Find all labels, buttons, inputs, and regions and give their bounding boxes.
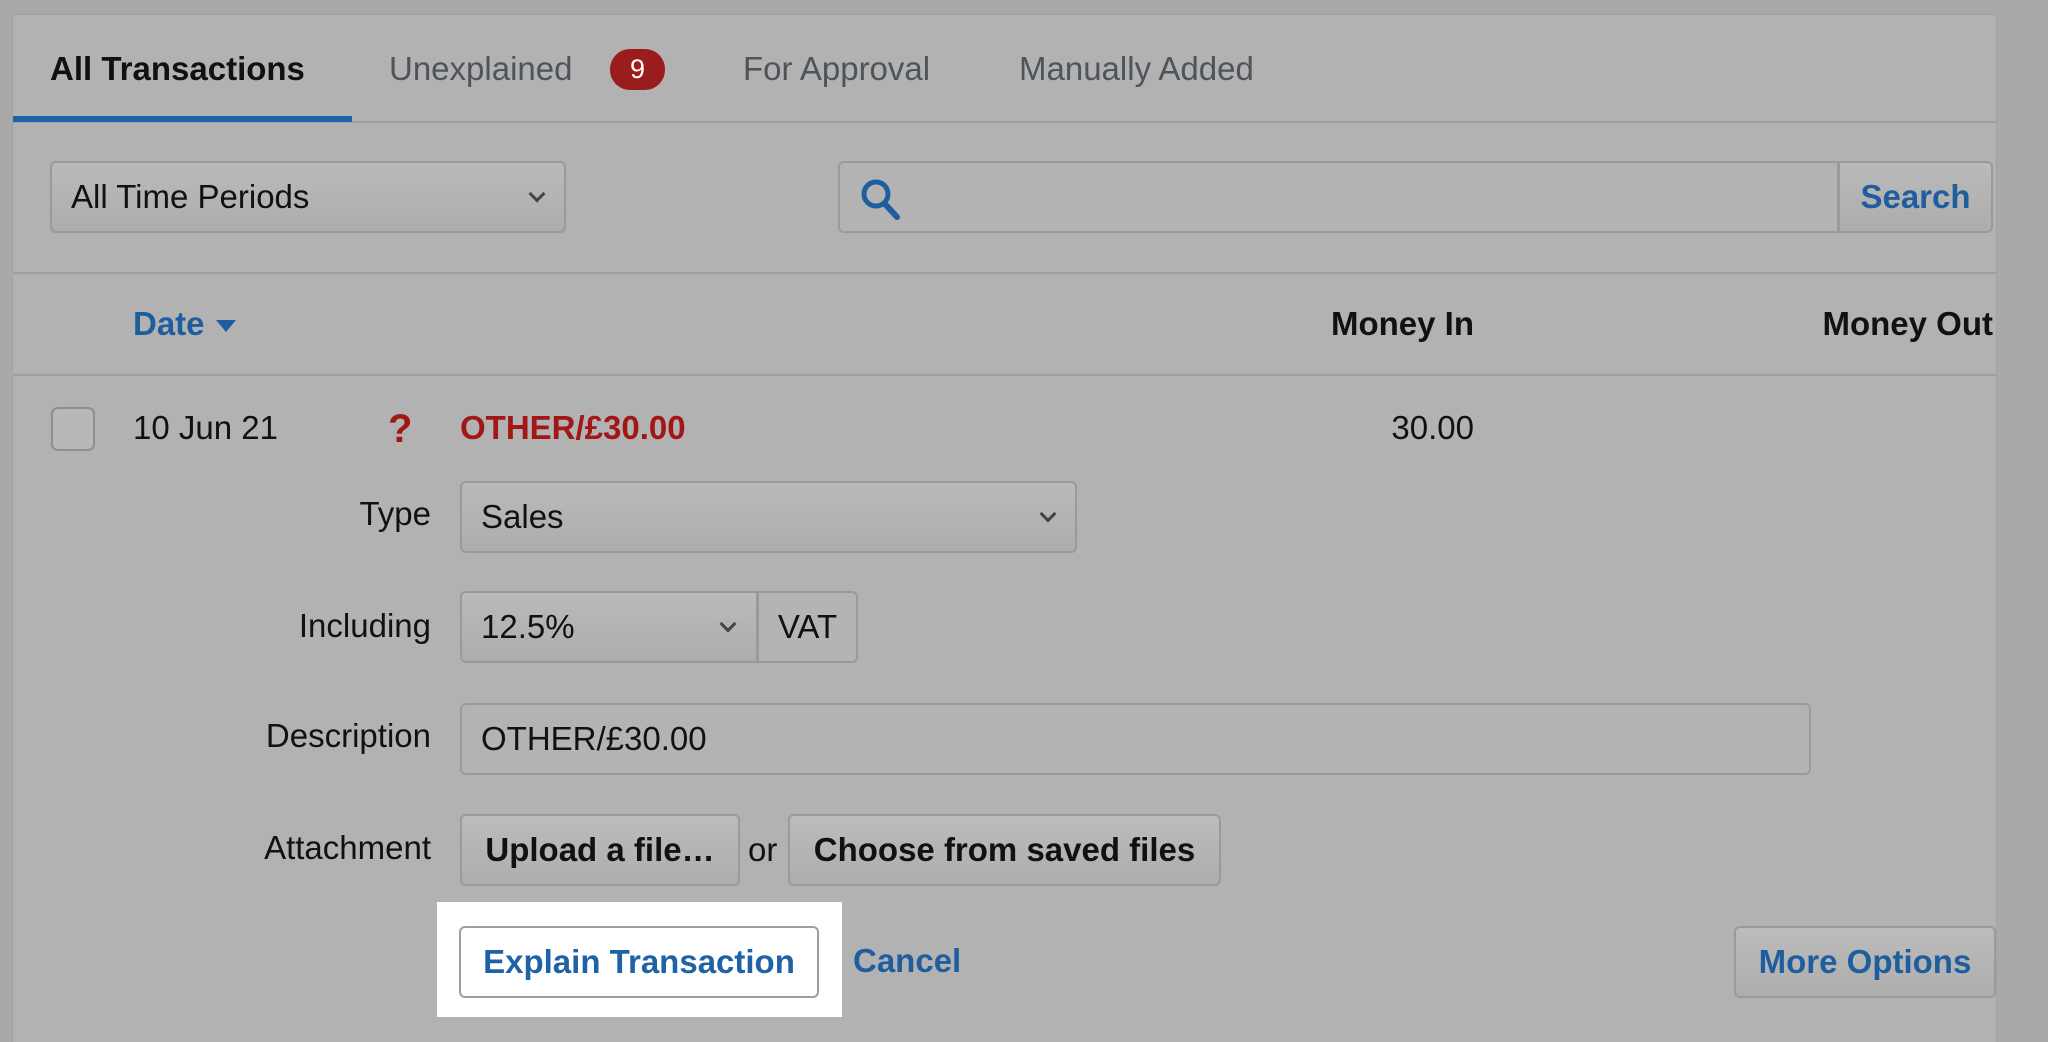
type-label: Type <box>359 495 431 532</box>
unexplained-count-badge: 9 <box>610 49 665 90</box>
search-button[interactable]: Search <box>1838 161 1993 233</box>
form-labels: Type Including Description Attachment <box>13 15 431 1042</box>
cancel-link[interactable]: Cancel <box>853 942 961 980</box>
search-input[interactable] <box>838 161 1839 233</box>
chevron-down-icon[interactable] <box>719 615 737 633</box>
tab-for-approval[interactable]: For Approval <box>743 15 930 123</box>
explain-transaction-button[interactable]: Explain Transaction <box>459 926 819 998</box>
vat-addon: VAT <box>757 591 858 663</box>
description-value: OTHER/£30.00 <box>481 720 707 757</box>
description-field[interactable]: OTHER/£30.00 <box>460 703 1811 775</box>
transaction-money-in: 30.00 <box>1391 409 1474 446</box>
attachment-label: Attachment <box>264 829 431 866</box>
type-select[interactable]: Sales <box>460 481 1077 553</box>
transaction-title: OTHER/£30.00 <box>460 409 686 446</box>
chevron-down-icon <box>528 185 546 203</box>
more-options-button[interactable]: More Options <box>1734 926 1996 998</box>
or-text: or <box>748 831 778 868</box>
column-header-money-out: Money Out <box>1822 305 1994 342</box>
description-label: Description <box>265 717 431 754</box>
type-value: Sales <box>481 498 564 535</box>
chevron-down-icon[interactable] <box>1039 505 1057 523</box>
choose-saved-files-button[interactable]: Choose from saved files <box>788 814 1221 886</box>
column-header-money-in: Money In <box>1330 305 1474 342</box>
upload-file-button[interactable]: Upload a file… <box>460 814 740 886</box>
vat-rate-value: 12.5% <box>481 608 575 645</box>
tab-manually-added[interactable]: Manually Added <box>1019 15 1254 123</box>
including-label: Including <box>298 607 431 644</box>
vat-rate-select[interactable]: 12.5% <box>460 591 758 663</box>
transactions-panel: All Transactions Unexplained 9 For Appro… <box>12 14 1997 1042</box>
search-icon <box>861 179 900 220</box>
